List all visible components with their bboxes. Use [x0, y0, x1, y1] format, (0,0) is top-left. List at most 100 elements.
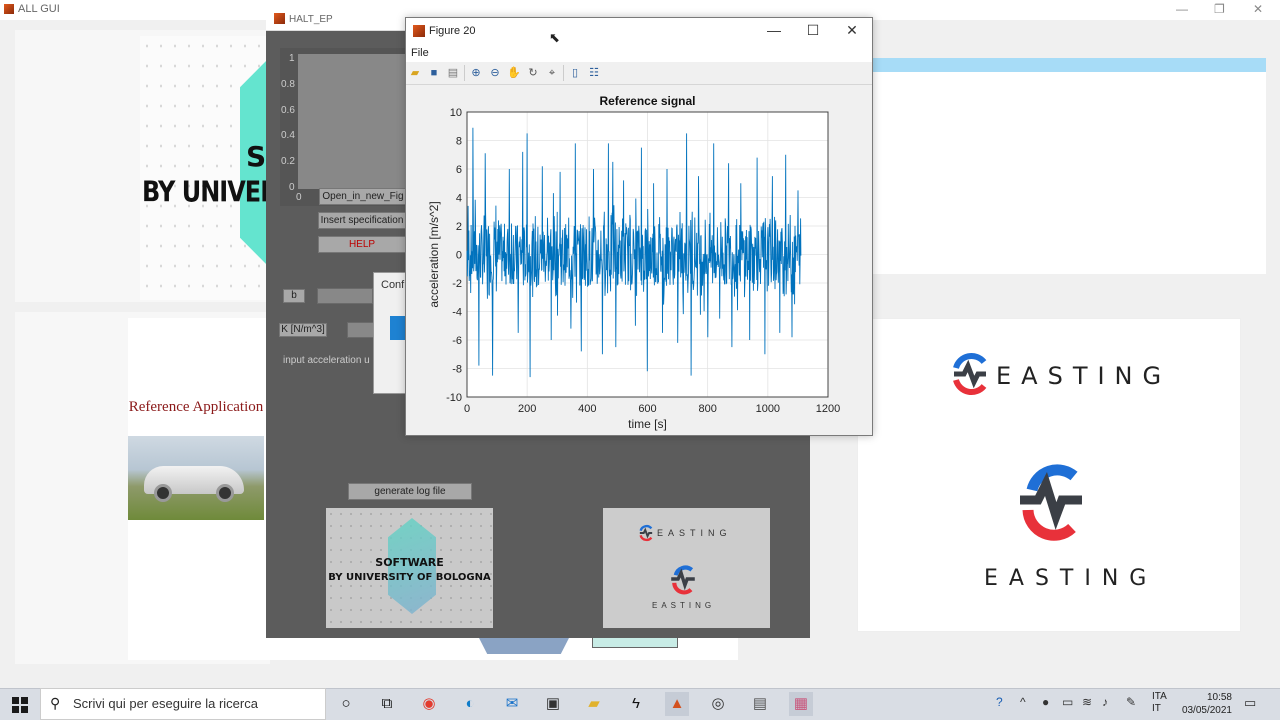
software-logo-text: SOFTWARE: [375, 556, 444, 569]
chevron-up-icon[interactable]: ^: [1020, 695, 1026, 709]
y-axis-label: acceleration [m/s^2]: [427, 201, 441, 307]
help-icon[interactable]: ?: [996, 695, 1003, 709]
language-code: ITA: [1152, 691, 1167, 702]
y-tick-label: 0: [456, 250, 462, 262]
open-icon[interactable]: ▰: [408, 66, 422, 80]
y-tick-label: -2: [452, 278, 462, 290]
y-tick: 1: [289, 53, 295, 64]
background-window-title: ALL GUI: [18, 3, 60, 15]
toolbar-separator: [464, 65, 465, 81]
y-tick-label: 4: [456, 193, 462, 205]
pen-icon[interactable]: ✎: [1126, 695, 1136, 709]
legend-icon[interactable]: ☷: [587, 66, 601, 80]
easting-brand-text-mini-1: EASTING: [657, 528, 732, 538]
colorbar-icon[interactable]: ▯: [568, 66, 582, 80]
reference-signal-chart: 0 200 400 600 800 1000 1200 10 8 6 4 2 0 -2 -4 -6 -8 -10 R…: [427, 94, 840, 431]
matlab-icon: [274, 13, 285, 24]
search-icon: ⚲: [50, 695, 61, 711]
store-icon[interactable]: ▣: [541, 692, 565, 716]
network-icon[interactable]: ≋: [1082, 695, 1092, 709]
generate-log-file-button[interactable]: generate log file: [348, 483, 472, 500]
app-icon-2[interactable]: ▤: [748, 692, 772, 716]
microphone-icon[interactable]: ●: [1042, 695, 1049, 709]
chrome-icon[interactable]: ◉: [417, 692, 441, 716]
y-tick: 0.6: [281, 105, 295, 116]
car-image: [128, 436, 264, 520]
logo-subtext-partial: BY UNIVERSI: [142, 175, 270, 209]
windows-icon: [12, 697, 28, 713]
close-icon[interactable]: ✕: [842, 22, 862, 39]
edge-icon[interactable]: ◐: [458, 692, 482, 716]
task-view-icon[interactable]: ⧉: [375, 692, 399, 716]
obs-icon[interactable]: ◎: [706, 692, 730, 716]
logo-text-partial: S: [246, 140, 267, 173]
clock-date: 03/05/2021: [1181, 705, 1232, 716]
y-tick-label: 6: [456, 164, 462, 176]
toolbar-separator: [563, 65, 564, 81]
x-tick-label: 1000: [756, 403, 780, 415]
info-icon: [390, 316, 406, 340]
insert-specification-button[interactable]: Insert specification: [318, 212, 406, 229]
start-button[interactable]: [0, 688, 40, 720]
pan-icon[interactable]: ✋: [507, 66, 521, 80]
data-cursor-icon[interactable]: ⌖: [545, 66, 559, 80]
minimize-icon[interactable]: —: [764, 22, 784, 38]
easting-brand-text-1: EASTING: [996, 362, 1172, 390]
battery-icon[interactable]: ▭: [1062, 695, 1073, 709]
snipping-tool-icon[interactable]: ▦: [789, 692, 813, 716]
x-tick-label: 400: [578, 403, 596, 415]
y-tick-label: -6: [452, 335, 462, 347]
x-tick-label: 800: [698, 403, 716, 415]
open-in-new-figure-button[interactable]: Open_in_new_Fig: [319, 188, 407, 205]
x-tick: 0: [296, 192, 302, 203]
y-tick: 0.8: [281, 79, 295, 90]
k-input[interactable]: [347, 322, 375, 338]
y-tick: 0.2: [281, 156, 295, 167]
print-icon[interactable]: ▤: [446, 66, 460, 80]
search-placeholder: Scrivi qui per eseguire la ricerca: [73, 696, 258, 711]
file-explorer-icon[interactable]: ▰: [582, 692, 606, 716]
maximize-icon[interactable]: ☐: [803, 22, 823, 39]
y-tick-label: 2: [456, 221, 462, 233]
x-tick-label: 1200: [816, 403, 840, 415]
matlab-taskbar-icon[interactable]: ▲: [665, 692, 689, 716]
b-input[interactable]: [317, 288, 373, 304]
file-menu[interactable]: File: [411, 47, 429, 59]
save-icon[interactable]: ■: [427, 66, 441, 80]
easting-logo-icon-small: [953, 353, 987, 395]
zoom-in-icon[interactable]: ⊕: [469, 66, 483, 80]
figure-title: Figure 20: [429, 25, 476, 37]
y-tick: 0: [289, 182, 295, 193]
software-logo-subtext: BY UNIVERSITY OF BOLOGNA: [328, 572, 491, 583]
easting-logo-icon-mini: [639, 524, 653, 542]
easting-brand-text-mini-2: EASTING: [652, 601, 716, 610]
rotate-icon[interactable]: ↻: [526, 66, 540, 80]
input-acceleration-label: input acceleration u: [283, 355, 370, 366]
k-label: K [N/m^3]: [279, 323, 327, 337]
minimize-icon[interactable]: —: [1176, 2, 1188, 16]
right-top-panel: [873, 58, 1266, 274]
matlab-icon: [413, 25, 425, 37]
halt-ep-title: HALT_EP: [289, 14, 333, 25]
cortana-icon[interactable]: ○: [334, 692, 358, 716]
keyboard-code: IT: [1152, 703, 1161, 714]
close-icon[interactable]: ✕: [1253, 2, 1263, 16]
x-tick-label: 0: [464, 403, 470, 415]
reference-application-label: Reference Application: [128, 399, 264, 415]
y-tick-label: 8: [456, 136, 462, 148]
easting-logo-icon-mini-2: [671, 565, 695, 595]
restore-icon[interactable]: ❐: [1214, 2, 1225, 16]
mail-icon[interactable]: ✉: [500, 692, 524, 716]
app-icon[interactable]: ϟ: [624, 692, 648, 716]
volume-icon[interactable]: ♪: [1102, 695, 1108, 709]
help-button[interactable]: HELP: [318, 236, 406, 253]
clock[interactable]: 10:58 03/05/2021: [1176, 691, 1232, 717]
car-wheel: [154, 484, 172, 502]
bottom-graphic: [478, 636, 570, 654]
dialog-title: Conf: [381, 279, 405, 291]
zoom-out-icon[interactable]: ⊖: [488, 66, 502, 80]
notification-icon[interactable]: ▭: [1244, 695, 1256, 711]
chart-title: Reference signal: [599, 94, 695, 108]
language-indicator[interactable]: ITA IT: [1152, 691, 1167, 715]
easting-brand-text-2: EASTING: [984, 566, 1158, 591]
